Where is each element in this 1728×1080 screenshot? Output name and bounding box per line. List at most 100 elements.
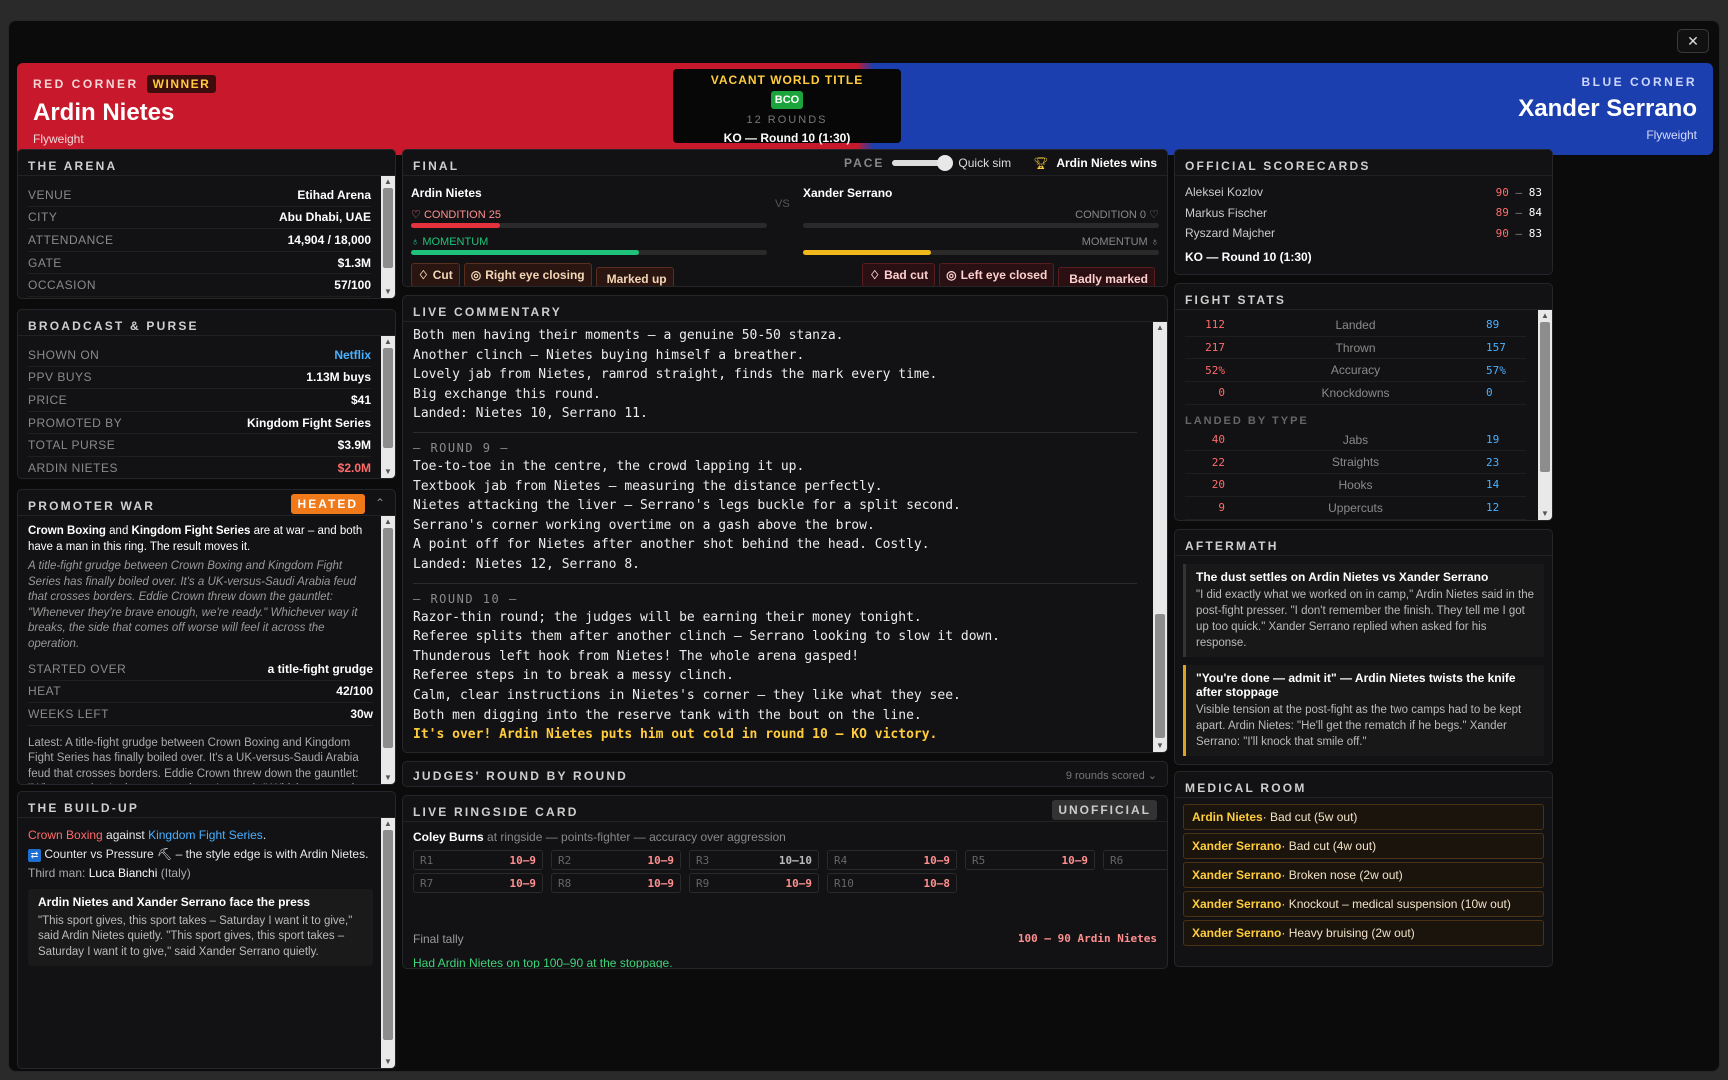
red-status-name: Ardin Nietes — [411, 186, 482, 200]
judge-name: Ryszard Majcher — [1185, 226, 1276, 241]
blue-corner-label: BLUE CORNER — [1581, 75, 1697, 89]
injury-chip: ◎ Left eye closed — [939, 263, 1055, 286]
stat-label: Accuracy — [1330, 363, 1381, 378]
red-score: 89 — [1495, 206, 1509, 220]
buildup-title: THE BUILD-UP — [18, 792, 395, 818]
broadcast-scrollbar[interactable]: ▲ ▼ — [381, 336, 395, 478]
fight-stats-title: FIGHT STATS — [1175, 284, 1552, 310]
red-stat: 20 — [1211, 478, 1225, 492]
sanctioning-body-badge: BCO — [770, 91, 804, 109]
round-score-box: R4 10–9 — [827, 850, 957, 870]
medical-fighter: Xander Serrano — [1192, 868, 1282, 882]
buildup-scrollbar[interactable]: ▲ ▼ — [381, 818, 395, 1068]
broadcast-value: 1.13M buys — [306, 370, 371, 385]
commentary-final-line: It's over! Ardin Nietes puts him out col… — [413, 727, 938, 743]
blue-status-name: Xander Serrano — [803, 186, 893, 200]
pace-mode: Quick sim — [958, 156, 1012, 170]
scorecards-panel: OFFICIAL SCORECARDS Aleksei Kozlov 90 — 8… — [1174, 149, 1553, 275]
promoter-scrollbar[interactable]: ▲ ▼ — [381, 516, 395, 784]
arena-row: GATE $1.3M — [28, 252, 371, 275]
promoter-value: 30w — [350, 706, 373, 721]
commentary-title: LIVE COMMENTARY — [403, 296, 1167, 322]
commentary-line: Both men having their moments — a genuin… — [413, 328, 844, 343]
commentary-line: Textbook jab from Nietes — measuring the… — [413, 478, 883, 494]
red-weight-class: Flyweight — [33, 132, 84, 146]
blue-stat: 23 — [1486, 455, 1500, 469]
injury-chip: ◎ Right eye closing — [463, 263, 592, 286]
flame-icon: ♁ — [1150, 236, 1159, 248]
commentary-line: Another clinch — Nietes buying himself a… — [413, 347, 805, 363]
red-stat: 112 — [1205, 318, 1225, 332]
promoter-rows: STARTED OVER a title-fight grudge HEAT 42/1… — [18, 652, 395, 726]
news-item: "You're done — admit it" — Ardin Nietes … — [1183, 665, 1544, 756]
blue-condition-bar — [803, 223, 1159, 228]
commentary-line: Serrano's corner working overtime on a g… — [413, 517, 875, 533]
blue-stat: 0 — [1486, 386, 1493, 400]
winner-badge: WINNER — [146, 75, 217, 93]
medical-detail: · Bad cut (5w out) — [1262, 810, 1358, 824]
stats-scrollbar[interactable]: ▲ ▼ — [1538, 310, 1552, 520]
blue-momentum-label: MOMENTUM — [1081, 236, 1148, 248]
judges-panel[interactable]: JUDGES' ROUND BY ROUND 9 rounds scored ⌄ — [402, 761, 1168, 787]
injury-chip-label: Bad cut — [884, 268, 929, 282]
injury-chip-label: Cut — [432, 268, 453, 282]
collapse-chevron-icon[interactable]: ⌃ — [375, 496, 385, 510]
red-momentum-label: MOMENTUM — [422, 236, 489, 248]
broadcast-key: ARDIN NIETES — [28, 460, 119, 475]
round-9-header: — ROUND 9 — — [413, 440, 509, 455]
promoter-war-panel: PROMOTER WAR HEATED ⌃ Crown Boxing and K… — [17, 489, 396, 785]
vs-label: VS — [775, 198, 790, 210]
trophy-icon: 🏆︎ — [1033, 156, 1049, 170]
broadcast-panel: BROADCAST & PURSE SHOWN ON Netflix PPV BUY… — [17, 309, 396, 479]
blue-fighter-name: Xander Serrano — [1518, 95, 1697, 122]
promoter-value: 42/100 — [336, 684, 373, 699]
round-label: R7 — [420, 876, 434, 890]
fight-stats-panel: FIGHT STATS 112 Landed 89 217 Thrown 157 52% Ac… — [1174, 283, 1553, 521]
injury-chip: Marked up — [595, 267, 674, 286]
scorecard-row: Aleksei Kozlov 90 — 83 — [1185, 182, 1542, 203]
stat-row: 20 Hooks 14 — [1185, 474, 1526, 497]
chevron-down-icon[interactable]: ⌄ — [1148, 770, 1157, 782]
round-label: R6 — [1110, 853, 1124, 867]
broadcast-row: ARDIN NIETES $2.0M — [28, 457, 371, 478]
score-dash: — — [1508, 226, 1529, 240]
heated-badge: HEATED — [290, 494, 365, 514]
injury-chip: ♢ Cut — [411, 263, 460, 286]
medical-item: Xander Serrano · Bad cut (4w out) — [1183, 833, 1544, 859]
ringside-panel: LIVE RINGSIDE CARD UNOFFICIAL Coley Burn… — [402, 795, 1168, 969]
blue-stat: 157 — [1486, 341, 1506, 355]
round-score-box: R2 10–9 — [551, 850, 681, 870]
arena-scrollbar[interactable]: ▲ ▼ — [381, 176, 395, 298]
round-label: R1 — [420, 853, 434, 867]
arena-row: CITY Abu Dhabi, UAE — [28, 207, 371, 230]
heart-icon: ♡ — [1149, 209, 1159, 221]
injury-chip-label: Badly marked — [1069, 272, 1148, 286]
tally-name: Ardin Nietes — [1077, 932, 1157, 945]
broadcast-rows: SHOWN ON Netflix PPV BUYS 1.13M buys PRICE $4… — [18, 336, 395, 478]
red-condition-bar — [411, 223, 767, 228]
news-body: Visible tension at the post-fight as the… — [1196, 704, 1522, 748]
scorecard-rows: Aleksei Kozlov 90 — 83 Markus Fischer 89 — … — [1175, 176, 1552, 244]
judge-name: Aleksei Kozlov — [1185, 185, 1264, 200]
score-dash: — — [1508, 206, 1529, 220]
medical-detail: · Bad cut (4w out) — [1281, 839, 1377, 853]
press-card: Ardin Nietes and Xander Serrano face the… — [28, 889, 373, 966]
broadcast-value[interactable]: Netflix — [334, 348, 371, 362]
promoter-key: HEAT — [28, 684, 62, 699]
injury-chip-label: Right eye closing — [485, 268, 585, 282]
unofficial-badge: UNOFFICIAL — [1052, 800, 1157, 820]
red-stat: 40 — [1211, 433, 1225, 447]
pace-slider-handle[interactable] — [936, 155, 953, 171]
commentary-scrollbar[interactable]: ▲ ▼ — [1153, 322, 1167, 752]
commentary-line: Calm, clear instructions in Nietes's cor… — [413, 687, 961, 703]
red-condition-block: Ardin Nietes ♡ CONDITION 25 ♁ MOMENTUM ♢… — [411, 186, 767, 286]
arena-key: OCCASION — [28, 278, 97, 293]
blue-stat: 12 — [1486, 501, 1500, 515]
pace-slider[interactable] — [892, 155, 953, 171]
commentary-line: Toe-to-toe in the centre, the crowd lapp… — [413, 458, 805, 474]
round-score: 10–8 — [923, 876, 951, 890]
close-button[interactable]: ✕ — [1677, 29, 1709, 53]
injury-chip-label: Marked up — [606, 272, 667, 286]
arena-key: GATE — [28, 255, 62, 270]
promoter-row: STARTED OVER a title-fight grudge — [28, 658, 373, 681]
